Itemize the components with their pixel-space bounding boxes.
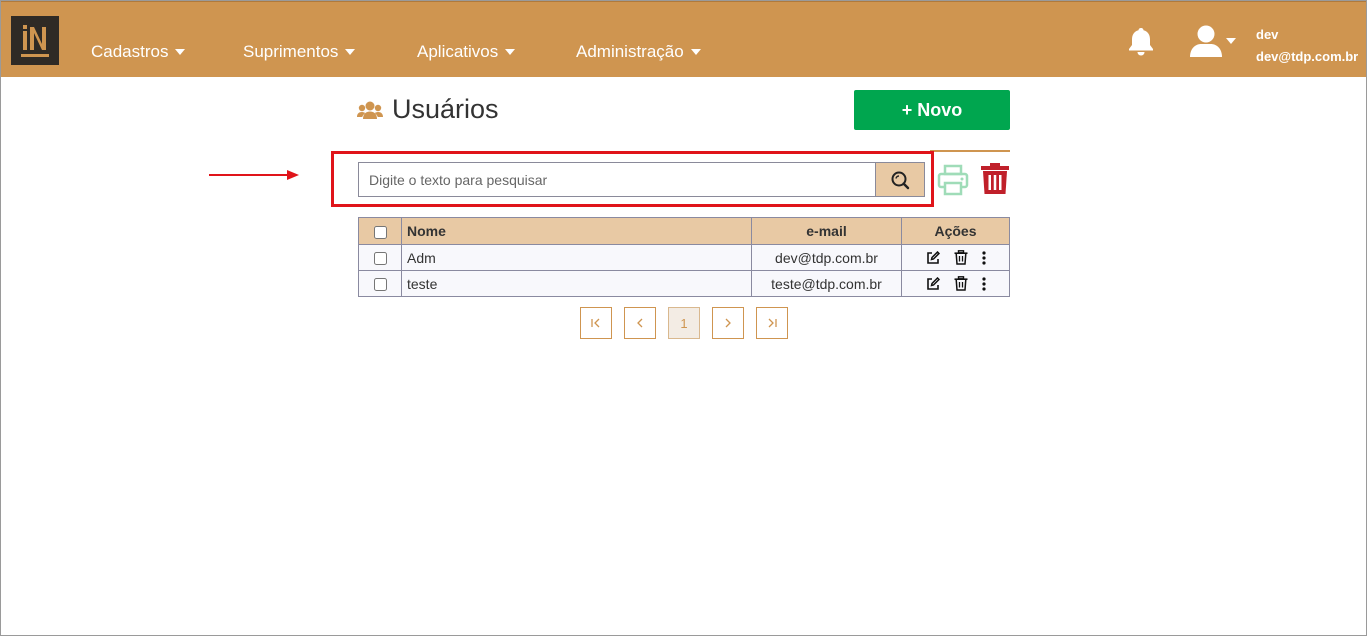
select-all-cell xyxy=(358,217,402,245)
edit-icon[interactable] xyxy=(926,276,940,291)
brand-logo[interactable] xyxy=(11,16,59,65)
column-header-name[interactable]: Nome xyxy=(401,217,752,245)
users-icon xyxy=(357,100,383,120)
row-select-cell xyxy=(358,244,402,271)
print-icon[interactable] xyxy=(937,164,969,196)
nav-menu-label: Cadastros xyxy=(91,42,169,61)
delete-selected-icon[interactable] xyxy=(981,163,1009,195)
table-row[interactable]: teste teste@tdp.com.br xyxy=(358,270,1010,297)
chevron-left-icon xyxy=(637,318,643,328)
table-row[interactable]: Adm dev@tdp.com.br xyxy=(358,244,1010,271)
nav-menu-label: Administração xyxy=(576,42,684,61)
page-title: Usuários xyxy=(392,94,499,124)
nav-menu-label: Aplicativos xyxy=(417,42,499,61)
last-page-button[interactable] xyxy=(756,307,788,339)
chevron-down-icon xyxy=(505,49,516,55)
row-actions-cell xyxy=(901,244,1010,271)
chevron-down-icon[interactable] xyxy=(1226,38,1236,44)
user-name-cell: teste xyxy=(401,270,752,297)
chevron-down-icon xyxy=(175,49,186,55)
search-icon xyxy=(891,171,910,189)
user-email: dev@tdp.com.br xyxy=(1256,49,1359,64)
last-page-icon xyxy=(768,318,777,328)
user-email-cell: dev@tdp.com.br xyxy=(751,244,902,271)
users-table: Nome e-mail Ações Adm dev@tdp.com.br tes… xyxy=(358,217,1010,297)
chevron-down-icon xyxy=(345,49,356,55)
select-all-checkbox[interactable] xyxy=(373,225,387,239)
column-header-actions: Ações xyxy=(901,217,1010,245)
edit-icon[interactable] xyxy=(926,250,940,265)
row-checkbox[interactable] xyxy=(373,252,387,266)
page-number-button[interactable]: 1 xyxy=(668,307,700,339)
search-input[interactable] xyxy=(358,162,876,197)
new-user-button[interactable]: + Novo xyxy=(854,90,1010,130)
more-vertical-icon[interactable] xyxy=(981,250,986,265)
table-header-row: Nome e-mail Ações xyxy=(358,217,1010,245)
row-select-cell xyxy=(358,270,402,297)
user-name: dev xyxy=(1256,27,1279,42)
chevron-right-icon xyxy=(725,318,731,328)
annotation-arrow xyxy=(209,170,299,180)
first-page-button[interactable] xyxy=(580,307,612,339)
column-header-email[interactable]: e-mail xyxy=(751,217,902,245)
nav-menu-suprimentos[interactable]: Suprimentos xyxy=(243,41,356,63)
top-navbar: Cadastros Suprimentos Aplicativos Admini… xyxy=(1,1,1366,77)
next-page-button[interactable] xyxy=(712,307,744,339)
bell-icon[interactable] xyxy=(1127,26,1155,56)
nav-menu-administracao[interactable]: Administração xyxy=(576,41,701,63)
more-vertical-icon[interactable] xyxy=(981,276,986,291)
user-avatar-icon[interactable] xyxy=(1189,24,1223,58)
chevron-down-icon xyxy=(690,49,701,55)
trash-icon[interactable] xyxy=(954,250,968,265)
nav-menu-label: Suprimentos xyxy=(243,42,339,61)
first-page-icon xyxy=(591,318,600,328)
user-name-cell: Adm xyxy=(401,244,752,271)
nav-menu-cadastros[interactable]: Cadastros xyxy=(91,41,186,63)
row-checkbox[interactable] xyxy=(373,278,387,292)
user-email-cell: teste@tdp.com.br xyxy=(751,270,902,297)
trash-icon[interactable] xyxy=(954,276,968,291)
previous-page-button[interactable] xyxy=(624,307,656,339)
search-button[interactable] xyxy=(875,162,925,197)
nav-menu-aplicativos[interactable]: Aplicativos xyxy=(417,41,516,63)
row-actions-cell xyxy=(901,270,1010,297)
header-divider xyxy=(930,150,1010,152)
